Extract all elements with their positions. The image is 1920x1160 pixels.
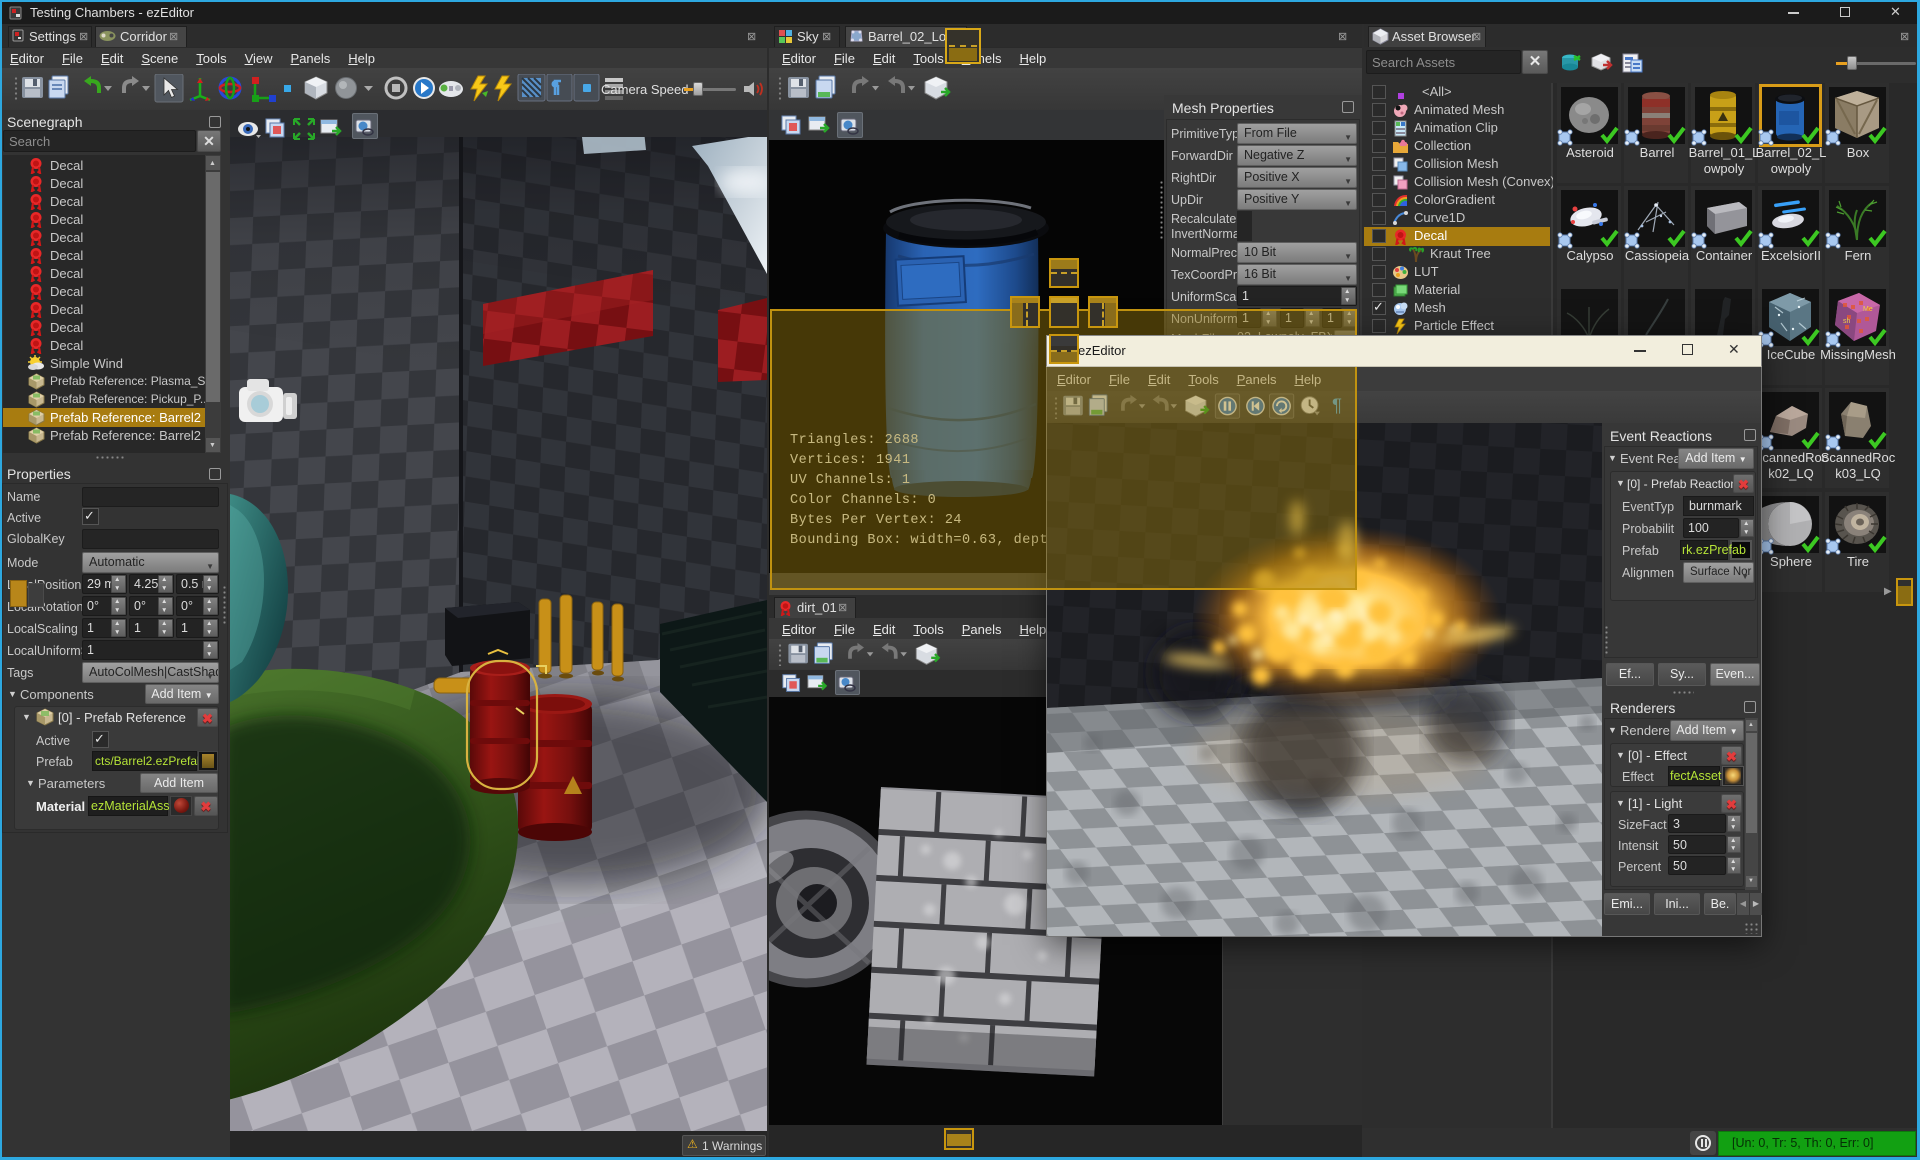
svg-text:sh: sh: [1843, 318, 1851, 325]
svg-text:Me: Me: [1863, 306, 1873, 313]
